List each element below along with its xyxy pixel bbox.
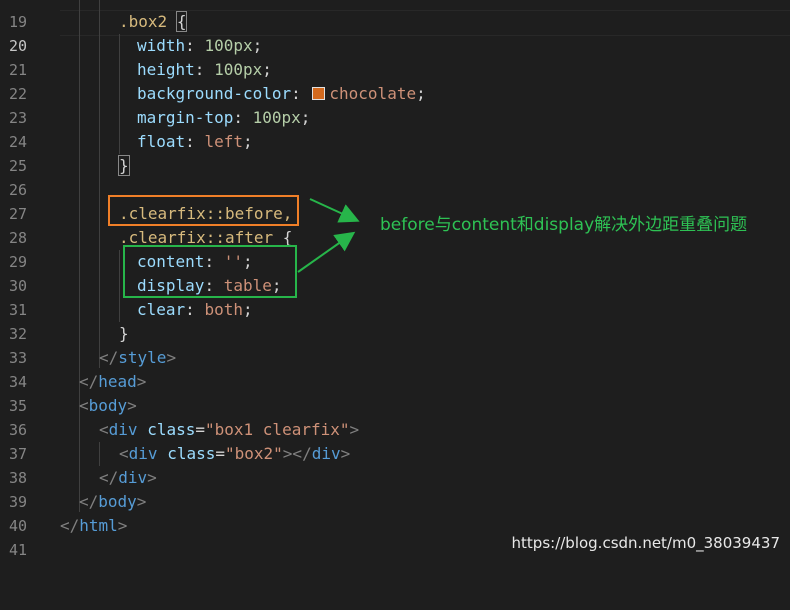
arrow-to-green-box — [297, 231, 356, 273]
watermark: https://blog.csdn.net/m0_38039437 — [511, 534, 780, 552]
annotation-text: before与content和display解决外边距重叠问题 — [380, 215, 748, 235]
annotation-arrows — [297, 198, 360, 273]
code-editor[interactable]: 19 20 .box2 { 21 width: 100px; 22 height… — [0, 0, 790, 563]
arrow-to-orange-box — [309, 198, 360, 223]
